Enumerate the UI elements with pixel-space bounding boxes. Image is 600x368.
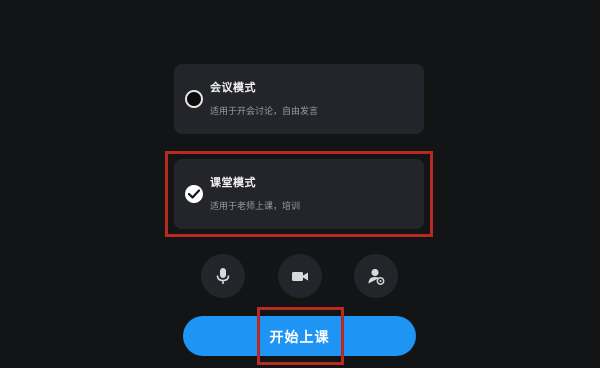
microphone-icon — [216, 268, 230, 284]
video-camera-icon — [292, 272, 308, 281]
start-class-button[interactable]: 开始上课 — [183, 316, 416, 356]
camera-toggle-button[interactable] — [278, 254, 322, 298]
user-settings-button[interactable] — [354, 254, 398, 298]
meeting-mode-description: 适用于开会讨论，自由发言 — [210, 107, 319, 117]
meeting-mode-option[interactable]: 会议模式 适用于开会讨论，自由发言 — [174, 64, 424, 134]
radio-checked-icon[interactable] — [185, 185, 203, 203]
classroom-mode-description: 适用于老师上课，培训 — [210, 202, 301, 212]
classroom-mode-title: 课堂模式 — [210, 176, 256, 189]
classroom-mode-option[interactable]: 课堂模式 适用于老师上课，培训 — [174, 159, 424, 229]
microphone-toggle-button[interactable] — [201, 254, 245, 298]
user-settings-icon — [368, 268, 385, 285]
start-class-label: 开始上课 — [269, 330, 330, 346]
meeting-mode-title: 会议模式 — [210, 81, 256, 94]
radio-unchecked-icon[interactable] — [185, 90, 203, 108]
